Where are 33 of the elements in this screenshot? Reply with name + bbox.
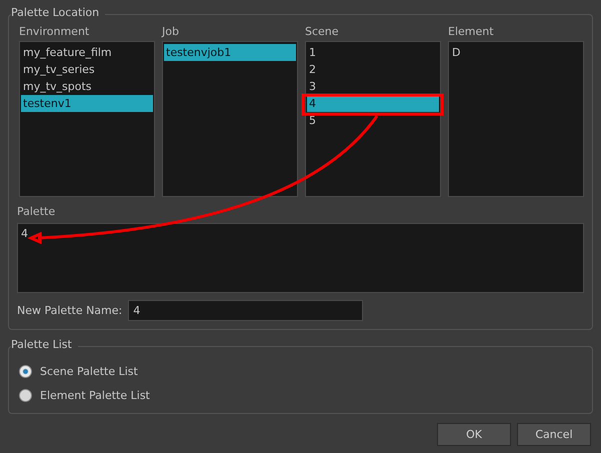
list-item[interactable]: testenvjob1 [164, 44, 296, 61]
radio-label: Element Palette List [40, 388, 150, 402]
list-item[interactable]: 3 [307, 78, 439, 95]
radio-icon[interactable] [19, 364, 32, 378]
new-palette-name-field[interactable]: 4 [128, 300, 364, 321]
list-item[interactable]: 2 [307, 61, 439, 78]
list-label: Element [448, 25, 495, 40]
list-box[interactable]: 1 2 3 4 5 [305, 41, 441, 197]
list-box[interactable]: testenvjob1 [162, 41, 298, 197]
ok-button[interactable]: OK [437, 423, 511, 446]
list-item[interactable]: testenv1 [21, 95, 153, 112]
group-title: Palette List [11, 338, 78, 351]
list-box[interactable]: D [448, 41, 584, 197]
cancel-button[interactable]: Cancel [517, 423, 591, 446]
radio-option[interactable]: Element Palette List [19, 383, 150, 407]
list-item[interactable]: 5 [307, 112, 439, 129]
new-palette-name-label: New Palette Name: [17, 304, 122, 317]
palette-list[interactable]: 4 [17, 223, 584, 293]
list-label: Scene [305, 25, 340, 40]
list-item[interactable]: my_tv_series [21, 61, 153, 78]
radio-option[interactable]: Scene Palette List [19, 359, 138, 383]
list-item[interactable]: my_tv_spots [21, 78, 153, 95]
group-title: Palette Location [11, 6, 106, 19]
radio-label: Scene Palette List [40, 364, 138, 378]
radio-icon[interactable] [19, 388, 32, 402]
list-box[interactable]: my_feature_film my_tv_series my_tv_spots testenv1 [19, 41, 155, 197]
list-item[interactable]: D [450, 44, 582, 61]
palette-label: Palette [17, 205, 56, 220]
list-item[interactable]: my_feature_film [21, 44, 153, 61]
list-item[interactable]: 1 [307, 44, 439, 61]
list-label: Job [162, 25, 180, 40]
palette-item[interactable]: 4 [21, 227, 28, 240]
list-label: Environment [19, 25, 90, 40]
